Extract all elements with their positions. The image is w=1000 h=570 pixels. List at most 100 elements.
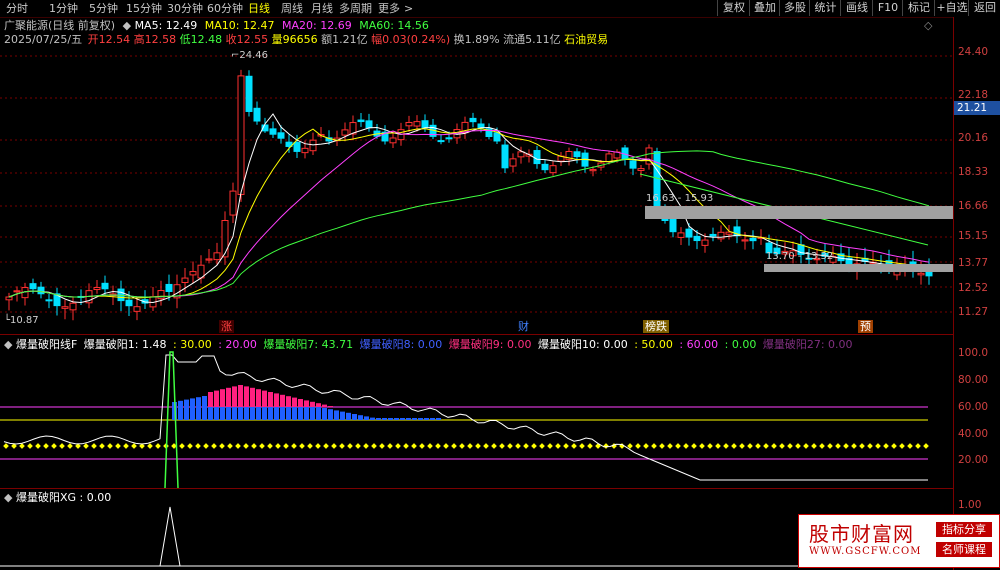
- zone2-label: 13.70 - 13.32: [766, 251, 834, 262]
- candle-body: [445, 137, 453, 140]
- dotted-level-30: [339, 443, 345, 449]
- watermark-tag-course: 名师课程: [936, 542, 992, 557]
- event-marker-ranking[interactable]: 榜跌: [643, 320, 669, 333]
- event-marker-financial[interactable]: 财: [516, 320, 531, 333]
- indicator2-legend: ◆ 爆量破阳XG : 0.00: [4, 491, 111, 504]
- candle-body: [341, 129, 349, 136]
- dotted-level-30: [91, 443, 97, 449]
- candle-body: [629, 160, 637, 169]
- dotted-level-30: [443, 443, 449, 449]
- watermark-url: WWW.GSCFW.COM: [809, 546, 922, 557]
- high-price-value: 24.46: [239, 50, 269, 61]
- dotted-level-30: [683, 443, 689, 449]
- candle-body: [533, 150, 541, 165]
- candle-body: [365, 120, 373, 129]
- dotted-level-30: [211, 443, 217, 449]
- candle-body: [13, 290, 21, 293]
- button-back[interactable]: 返回: [968, 0, 1000, 16]
- dotted-level-30: [659, 443, 665, 449]
- candle-body: [413, 121, 421, 127]
- volume-histogram-bar: [190, 398, 195, 420]
- volume-histogram-bar: [202, 396, 207, 420]
- dotted-level-30: [451, 443, 457, 449]
- candle-body: [701, 239, 709, 246]
- dotted-level-30: [523, 443, 529, 449]
- dotted-level-30: [19, 443, 25, 449]
- dotted-level-30: [387, 443, 393, 449]
- dotted-level-30: [259, 443, 265, 449]
- candle-body: [245, 75, 253, 112]
- volume-histogram-bar: [358, 415, 363, 420]
- dotted-level-30: [675, 443, 681, 449]
- indicator1-title: 爆量破阳线F: [15, 338, 78, 351]
- candle-body: [93, 287, 101, 291]
- dotted-level-30: [811, 443, 817, 449]
- dotted-level-30: [283, 443, 289, 449]
- dotted-level-30: [59, 443, 65, 449]
- candle-body: [677, 232, 685, 238]
- dotted-level-30: [563, 443, 569, 449]
- indicator1-legend: ◆ 爆量破阳线F 爆量破阳1: 1.48 : 30.00 : 20.00 爆量破…: [4, 338, 853, 351]
- dotted-level-30: [187, 443, 193, 449]
- price-axis-label: 16.66: [958, 200, 989, 212]
- volume-histogram-bar: [178, 400, 183, 420]
- dotted-level-30: [3, 443, 9, 449]
- dotted-level-30: [435, 443, 441, 449]
- breakout-histogram-bar: [274, 393, 279, 407]
- indicator2-settings-icon[interactable]: ◆: [4, 491, 12, 504]
- candle-body: [421, 120, 429, 129]
- price-axis-label: 18.33: [958, 166, 989, 178]
- dotted-level-30: [603, 443, 609, 449]
- indicator1-settings-icon[interactable]: ◆: [4, 338, 12, 351]
- dotted-level-30: [763, 443, 769, 449]
- watermark-logo: 股市财富网 WWW.GSCFW.COM 指标分享 名师课程: [798, 514, 1000, 568]
- dotted-level-30: [315, 443, 321, 449]
- volume-histogram-bar: [400, 418, 405, 420]
- dotted-level-30: [571, 443, 577, 449]
- dotted-level-30: [531, 443, 537, 449]
- breakout-histogram-bar: [328, 406, 333, 407]
- price-axis-label: 20.16: [958, 132, 989, 144]
- dotted-level-30: [51, 443, 57, 449]
- breakout-histogram-bar: [322, 404, 327, 407]
- dotted-level-30: [427, 443, 433, 449]
- indicator1-value: : 50.00: [634, 338, 673, 351]
- dotted-level-30: [179, 443, 185, 449]
- price-axis: 24.40 22.18 21.21 20.16 18.33 16.66 15.1…: [953, 17, 1000, 570]
- candle-body: [293, 142, 301, 152]
- volume-histogram-bar: [352, 414, 357, 420]
- resistance-zone: [764, 264, 953, 272]
- dotted-level-30: [499, 443, 505, 449]
- candle-body: [221, 219, 229, 258]
- price-axis-label: 13.77: [958, 257, 989, 269]
- breakout-histogram-bar: [214, 390, 219, 407]
- candle-body: [181, 277, 189, 284]
- dotted-level-30: [715, 443, 721, 449]
- dotted-level-30: [851, 443, 857, 449]
- event-marker-forecast[interactable]: 预: [858, 320, 873, 333]
- dotted-level-30: [395, 443, 401, 449]
- indicator1-values: 爆量破阳1: 1.48 : 30.00 : 20.00 爆量破阳7: 43.71…: [81, 338, 853, 351]
- dotted-level-30: [307, 443, 313, 449]
- candle-body: [693, 235, 701, 242]
- candle-body: [517, 151, 525, 158]
- dotted-level-30: [635, 443, 641, 449]
- breakout-histogram-bar: [244, 386, 249, 407]
- volume-histogram-bar: [196, 397, 201, 420]
- dotted-level-30: [227, 443, 233, 449]
- dotted-level-30: [203, 443, 209, 449]
- dotted-level-30: [219, 443, 225, 449]
- indicator1-value: : 30.00: [173, 338, 212, 351]
- candle-body: [37, 286, 45, 295]
- dotted-level-30: [739, 443, 745, 449]
- event-marker-limit-up[interactable]: 涨: [219, 320, 234, 333]
- candle-body: [589, 169, 597, 172]
- dotted-level-30: [467, 443, 473, 449]
- candle-body: [605, 153, 613, 163]
- indicator1-value: : 60.00: [679, 338, 719, 351]
- dotted-level-30: [115, 443, 121, 449]
- kline-chart[interactable]: [0, 0, 953, 570]
- candle-body: [509, 158, 517, 167]
- candle-body: [357, 119, 365, 123]
- dotted-level-30: [131, 443, 137, 449]
